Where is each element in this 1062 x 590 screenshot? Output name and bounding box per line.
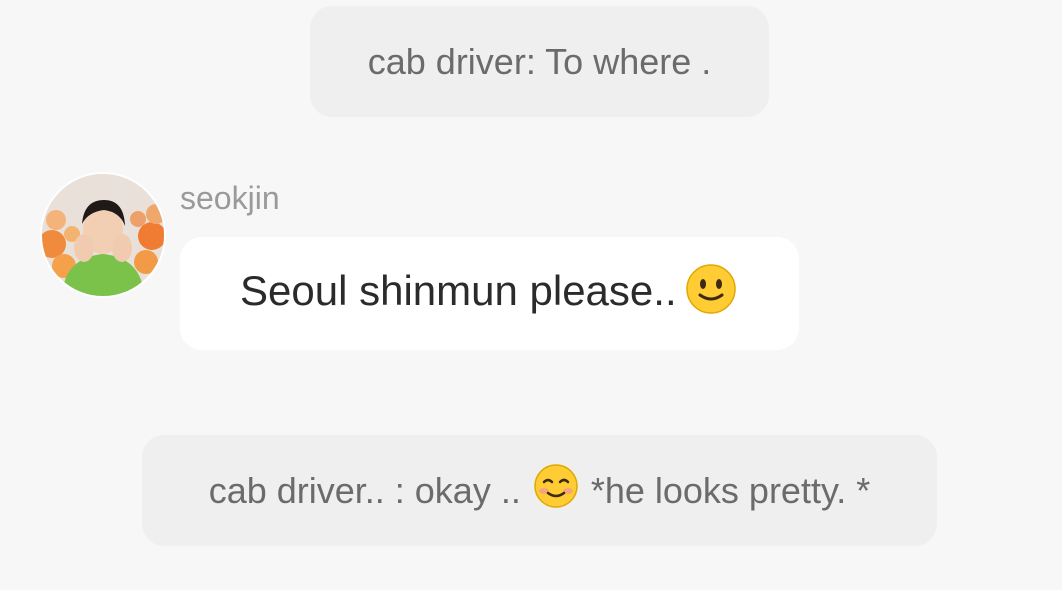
narration-text-before: cab driver.. : okay .. xyxy=(208,469,521,511)
narration-text-after: *he looks pretty. * xyxy=(590,469,871,511)
narration-message: cab driver.. : okay .. *he looks pretty.… xyxy=(142,435,937,546)
avatar[interactable] xyxy=(42,174,164,296)
chat-view: cab driver: To where . seokjin Seoul shi… xyxy=(0,0,1062,590)
narration-message: cab driver: To where . xyxy=(310,6,769,117)
message-body: Seoul shinmun please.. xyxy=(240,266,677,314)
message-text: Seoul shinmun please.. xyxy=(240,263,745,325)
narration-text: cab driver: To where . xyxy=(367,40,712,82)
sender-name: seokjin xyxy=(180,180,280,216)
slightly-smiling-face-icon xyxy=(685,263,737,325)
avatar-photo xyxy=(42,174,164,296)
chat-bubble: Seoul shinmun please.. xyxy=(180,237,799,350)
smiling-face-icon xyxy=(533,463,579,518)
